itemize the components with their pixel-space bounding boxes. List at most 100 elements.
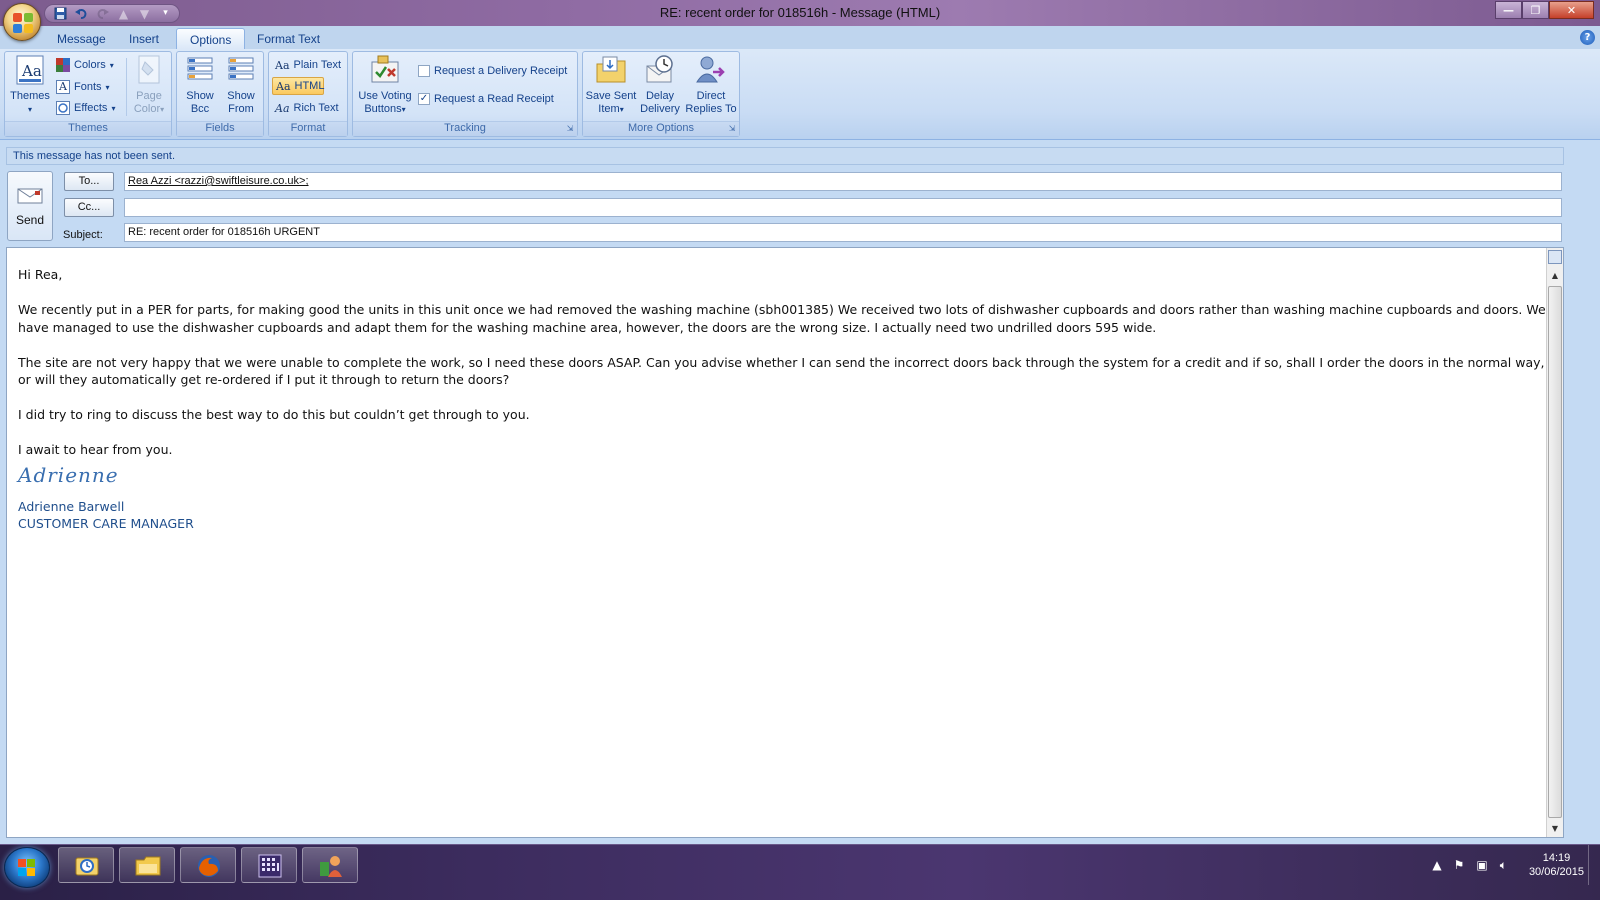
effects-icon [56, 101, 70, 115]
show-desktop-button[interactable] [1588, 845, 1600, 885]
paragraph-3: I did try to ring to discuss the best wa… [18, 407, 530, 422]
close-button[interactable]: ✕ [1549, 1, 1594, 19]
group-format: Aa Plain Text Aa HTML Aa Rich Text Forma… [268, 51, 348, 137]
tab-insert[interactable]: Insert [116, 28, 172, 49]
info-bar: This message has not been sent. [6, 147, 1564, 165]
send-button[interactable]: Send [7, 171, 53, 241]
firefox-icon [196, 854, 222, 878]
voting-buttons-button[interactable]: Use Voting Buttons▾ [356, 54, 414, 116]
delivery-receipt-toggle[interactable]: Request a Delivery Receipt [415, 62, 570, 80]
delay-label-2: Delivery [640, 103, 680, 115]
html-format-icon: Aa [276, 79, 291, 93]
minimize-button[interactable]: — [1495, 1, 1522, 19]
group-label-themes: Themes [5, 121, 171, 136]
show-bcc-label-2: Bcc [190, 103, 210, 115]
cc-field[interactable] [124, 198, 1562, 217]
fonts-icon: A [56, 80, 70, 94]
taskbar-firefox[interactable] [180, 847, 236, 883]
clock[interactable]: 14:19 30/06/2015 [1529, 851, 1584, 879]
taskbar-user-app[interactable] [302, 847, 358, 883]
show-from-label-1: Show [227, 90, 255, 102]
to-separator: ; [305, 175, 309, 187]
volume-icon[interactable]: 🔈︎ [1500, 858, 1507, 873]
colors-label: Colors [74, 59, 106, 71]
vertical-scrollbar[interactable]: ▲ ▼ [1546, 248, 1563, 837]
paragraph-4: I await to hear from you. [18, 442, 173, 457]
scroll-up-icon[interactable]: ▲ [1547, 268, 1563, 284]
svg-text:Aa: Aa [21, 62, 42, 80]
tab-format-text[interactable]: Format Text [244, 28, 333, 49]
group-label-fields: Fields [177, 121, 263, 136]
delivery-receipt-checkbox[interactable] [418, 65, 430, 77]
group-label-format: Format [269, 121, 347, 136]
save-sent-label-2: Item [598, 103, 620, 115]
html-format-label: HTML [294, 80, 325, 92]
subject-field[interactable]: RE: recent order for 018516h URGENT [124, 223, 1562, 242]
delay-delivery-button[interactable]: Delay Delivery [637, 54, 683, 116]
rich-text-button[interactable]: Aa Rich Text [272, 99, 342, 117]
rich-text-label: Rich Text [293, 102, 339, 114]
to-button[interactable]: To... [64, 172, 114, 191]
view-ruler-icon[interactable] [1548, 250, 1562, 264]
voting-buttons-icon [369, 54, 401, 86]
help-icon[interactable]: ? [1580, 30, 1595, 45]
ribbon-tabs: Message Insert Options Format Text ? [0, 26, 1600, 49]
tab-options[interactable]: Options [176, 28, 246, 49]
html-format-button[interactable]: Aa HTML [272, 77, 324, 95]
tracking-dialog-launcher-icon[interactable]: ⇲ [565, 124, 575, 134]
read-receipt-toggle[interactable]: ✓ Request a Read Receipt [415, 90, 557, 108]
restore-button[interactable]: ❐ [1522, 1, 1549, 19]
group-fields: Show Bcc Show From Fields [176, 51, 264, 137]
tab-message[interactable]: Message [44, 28, 119, 49]
to-field[interactable]: Rea Azzi <razzi@swiftleisure.co.uk>; [124, 172, 1562, 191]
clock-time: 14:19 [1542, 852, 1571, 864]
read-receipt-checkbox[interactable]: ✓ [418, 93, 430, 105]
themes-button[interactable]: Aa Themes ▾ [8, 54, 52, 116]
to-recipient[interactable]: Rea Azzi <razzi@swiftleisure.co.uk> [128, 175, 305, 187]
save-sent-item-button[interactable]: Save Sent Item▾ [585, 54, 637, 116]
scroll-thumb[interactable] [1548, 286, 1562, 818]
network-icon[interactable]: ▣ [1476, 858, 1487, 872]
page-color-button[interactable]: Page Color▾ [129, 54, 169, 116]
taskbar-calculator-grid[interactable] [241, 847, 297, 883]
read-receipt-label: Request a Read Receipt [434, 93, 554, 105]
subject-label: Subject: [63, 229, 103, 241]
office-button[interactable] [3, 3, 41, 41]
message-text[interactable]: Hi Rea, We recently put in a PER for par… [18, 266, 1548, 532]
plain-text-button[interactable]: Aa Plain Text [272, 56, 344, 74]
fonts-button[interactable]: A Fonts ▾ [53, 78, 113, 96]
show-from-button[interactable]: Show From [221, 54, 261, 116]
effects-button[interactable]: Effects ▾ [53, 99, 118, 117]
colors-button[interactable]: Colors ▾ [53, 56, 117, 74]
group-more-options: Save Sent Item▾ Delay Delivery Direct Re… [582, 51, 740, 137]
taskbar-file-explorer[interactable] [119, 847, 175, 883]
signature-name: Adrienne Barwell [18, 499, 125, 514]
window-title: RE: recent order for 018516h - Message (… [659, 5, 941, 20]
plain-text-label: Plain Text [293, 59, 342, 71]
send-icon [15, 186, 45, 209]
voting-label-2: Buttons [364, 103, 402, 115]
taskbar-outlook[interactable] [58, 847, 114, 883]
show-hidden-icons-icon[interactable]: ▲ [1432, 858, 1441, 872]
user-app-icon [318, 854, 344, 878]
window-controls: — ❐ ✕ [1495, 1, 1594, 19]
colors-icon [56, 58, 70, 72]
rich-text-icon: Aa [275, 101, 290, 115]
clock-date: 30/06/2015 [1528, 866, 1584, 878]
windows-logo-icon [18, 859, 36, 877]
scroll-down-icon[interactable]: ▼ [1547, 821, 1563, 837]
group-tracking: Use Voting Buttons▾ Request a Delivery R… [352, 51, 578, 137]
cc-button[interactable]: Cc... [64, 198, 114, 217]
direct-replies-button[interactable]: Direct Replies To [683, 54, 739, 116]
show-bcc-icon [184, 54, 216, 86]
action-center-flag-icon[interactable]: ⚑ [1454, 858, 1465, 872]
delay-label-1: Delay [645, 90, 675, 102]
calculator-grid-icon [257, 854, 283, 878]
group-label-more-options: More Options [583, 121, 739, 136]
more-options-dialog-launcher-icon[interactable]: ⇲ [727, 124, 737, 134]
message-body[interactable]: Hi Rea, We recently put in a PER for par… [6, 247, 1564, 838]
show-bcc-button[interactable]: Show Bcc [180, 54, 220, 116]
start-button[interactable] [4, 847, 50, 888]
direct-replies-label-2: Replies To [685, 103, 737, 115]
save-sent-item-icon [595, 54, 627, 86]
